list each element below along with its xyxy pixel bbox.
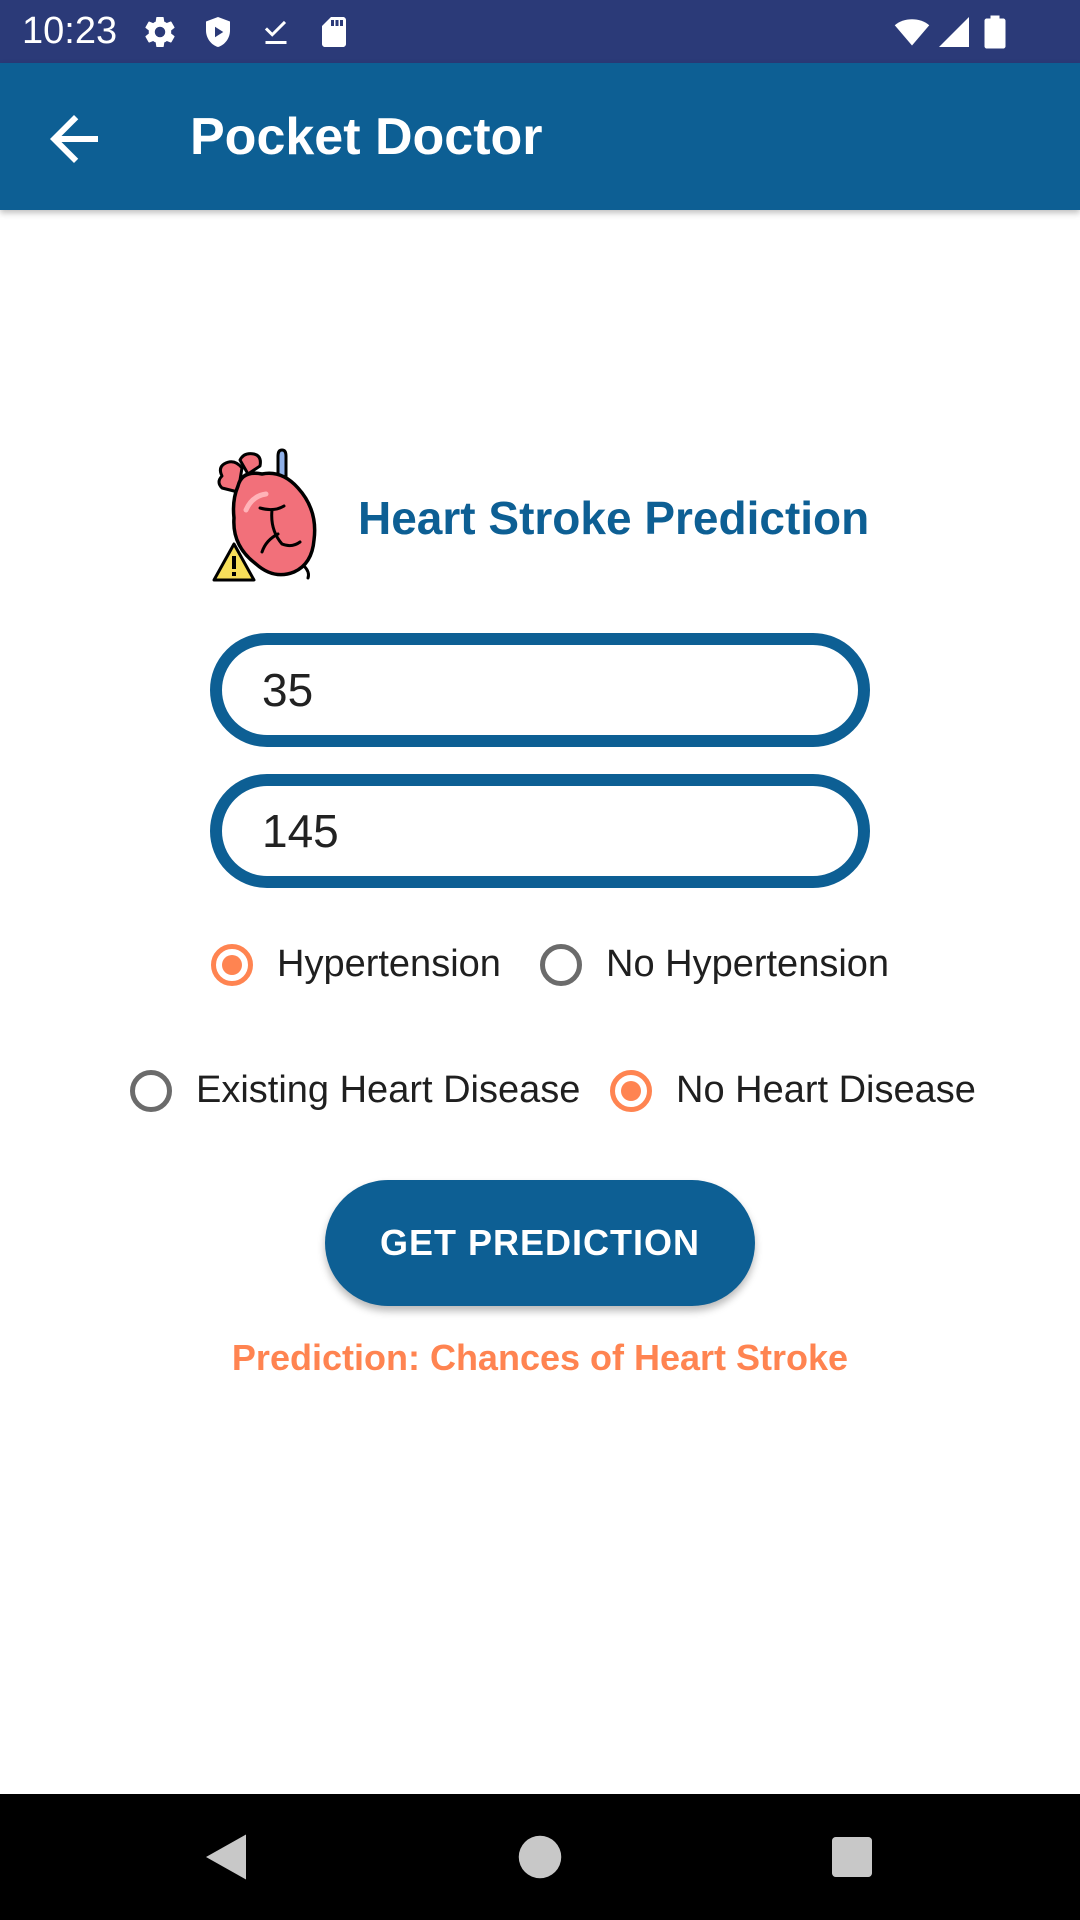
status-time: 10:23 bbox=[22, 10, 118, 52]
app-bar: Pocket Doctor bbox=[0, 63, 1080, 210]
app-title: Pocket Doctor bbox=[190, 108, 543, 166]
page-title: Heart Stroke Prediction bbox=[358, 492, 870, 544]
sd-card-icon bbox=[322, 17, 346, 47]
recents-square-icon[interactable] bbox=[822, 1827, 882, 1887]
battery-icon bbox=[984, 15, 1006, 49]
arrow-left-icon[interactable] bbox=[38, 103, 110, 175]
download-done-icon bbox=[264, 20, 287, 44]
radio-existing-heart-disease[interactable]: Existing Heart Disease bbox=[130, 1069, 580, 1112]
radio-label: No Heart Disease bbox=[676, 1069, 976, 1111]
radio-label: Existing Heart Disease bbox=[196, 1069, 581, 1111]
age-input[interactable] bbox=[262, 645, 822, 735]
age-field[interactable] bbox=[210, 633, 870, 747]
radio-no-hypertension[interactable]: No Hypertension bbox=[540, 943, 889, 986]
radio-hypertension[interactable]: Hypertension bbox=[211, 943, 501, 986]
shield-icon bbox=[206, 17, 230, 47]
screen: 10:23 Pocket Doctor Heart Stroke Predict… bbox=[0, 0, 1080, 1920]
gear-icon bbox=[145, 17, 175, 48]
back-triangle-icon[interactable] bbox=[196, 1827, 256, 1887]
status-bar: 10:23 bbox=[0, 0, 1080, 63]
get-prediction-button[interactable]: GET PREDICTION bbox=[325, 1180, 755, 1306]
radio-unchecked-icon bbox=[540, 943, 582, 986]
heart-warning-icon bbox=[212, 448, 317, 582]
wifi-icon bbox=[894, 19, 930, 46]
radio-checked-icon bbox=[211, 943, 253, 986]
radio-checked-icon bbox=[610, 1069, 652, 1112]
radio-no-heart-disease[interactable]: No Heart Disease bbox=[610, 1069, 976, 1112]
radio-label: Hypertension bbox=[277, 943, 501, 985]
glucose-input[interactable] bbox=[262, 786, 822, 876]
system-nav-bar bbox=[0, 1794, 1080, 1920]
prediction-result: Prediction: Chances of Heart Stroke bbox=[231, 1337, 849, 1378]
radio-unchecked-icon bbox=[130, 1069, 172, 1112]
home-circle-icon[interactable] bbox=[510, 1827, 570, 1887]
glucose-field[interactable] bbox=[210, 774, 870, 888]
cell-signal-icon bbox=[939, 17, 969, 47]
radio-label: No Hypertension bbox=[606, 943, 890, 985]
